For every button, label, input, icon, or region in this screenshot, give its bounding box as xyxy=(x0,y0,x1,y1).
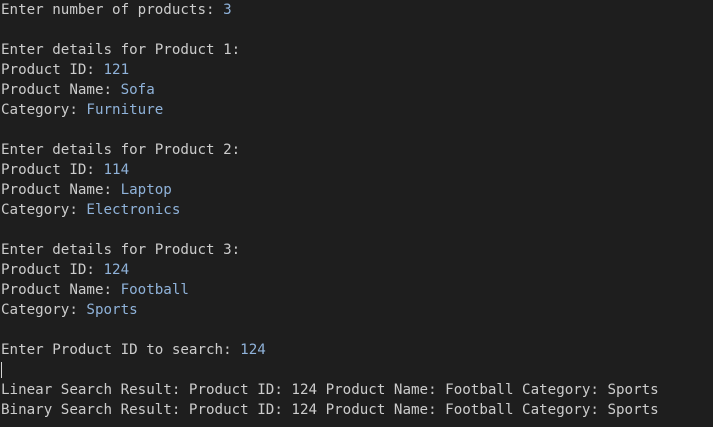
product-3-name-line: Product Name: Football xyxy=(1,280,713,300)
category-value: Furniture xyxy=(86,102,164,118)
product-id-value: 121 xyxy=(103,62,130,78)
product-id-value: 124 xyxy=(103,262,130,278)
product-1-header: Enter details for Product 1: xyxy=(1,42,241,58)
linear-search-result: Linear Search Result: Product ID: 124 Pr… xyxy=(1,382,659,398)
product-3-header: Enter details for Product 3: xyxy=(1,242,241,258)
category-value: Electronics xyxy=(86,202,181,218)
product-id-label: Product ID: xyxy=(1,262,104,278)
terminal-output[interactable]: Enter number of products: 3 Enter detail… xyxy=(0,0,713,427)
product-id-value: 114 xyxy=(103,162,130,178)
product-3-id-line: Product ID: 124 xyxy=(1,260,713,280)
product-name-value: Laptop xyxy=(120,182,172,198)
product-name-label: Product Name: xyxy=(1,182,121,198)
product-1-id-line: Product ID: 121 xyxy=(1,60,713,80)
product-2-header: Enter details for Product 2: xyxy=(1,142,241,158)
search-prompt: Enter Product ID to search: xyxy=(1,342,241,358)
product-name-label: Product Name: xyxy=(1,82,121,98)
category-label: Category: xyxy=(1,202,87,218)
product-name-value: Football xyxy=(120,282,189,298)
cursor-line[interactable] xyxy=(1,360,713,380)
product-id-label: Product ID: xyxy=(1,162,104,178)
product-3-category-line: Category: Sports xyxy=(1,300,713,320)
category-value: Sports xyxy=(86,302,138,318)
product-2-name-line: Product Name: Laptop xyxy=(1,180,713,200)
category-label: Category: xyxy=(1,302,87,318)
binary-search-result: Binary Search Result: Product ID: 124 Pr… xyxy=(1,402,659,418)
product-2-category-line: Category: Electronics xyxy=(1,200,713,220)
product-1-category-line: Category: Furniture xyxy=(1,100,713,120)
product-2-id-line: Product ID: 114 xyxy=(1,160,713,180)
search-input-value: 124 xyxy=(240,342,266,358)
product-1-name-line: Product Name: Sofa xyxy=(1,80,713,100)
product-name-label: Product Name: xyxy=(1,282,121,298)
count-prompt-line: Enter number of products: 3 xyxy=(1,0,713,20)
product-name-value: Sofa xyxy=(120,82,155,98)
product-id-label: Product ID: xyxy=(1,62,104,78)
search-prompt-line: Enter Product ID to search: 124 xyxy=(1,340,713,360)
count-prompt: Enter number of products: xyxy=(1,2,224,18)
text-cursor xyxy=(1,362,2,378)
category-label: Category: xyxy=(1,102,87,118)
count-input-value: 3 xyxy=(223,2,232,18)
